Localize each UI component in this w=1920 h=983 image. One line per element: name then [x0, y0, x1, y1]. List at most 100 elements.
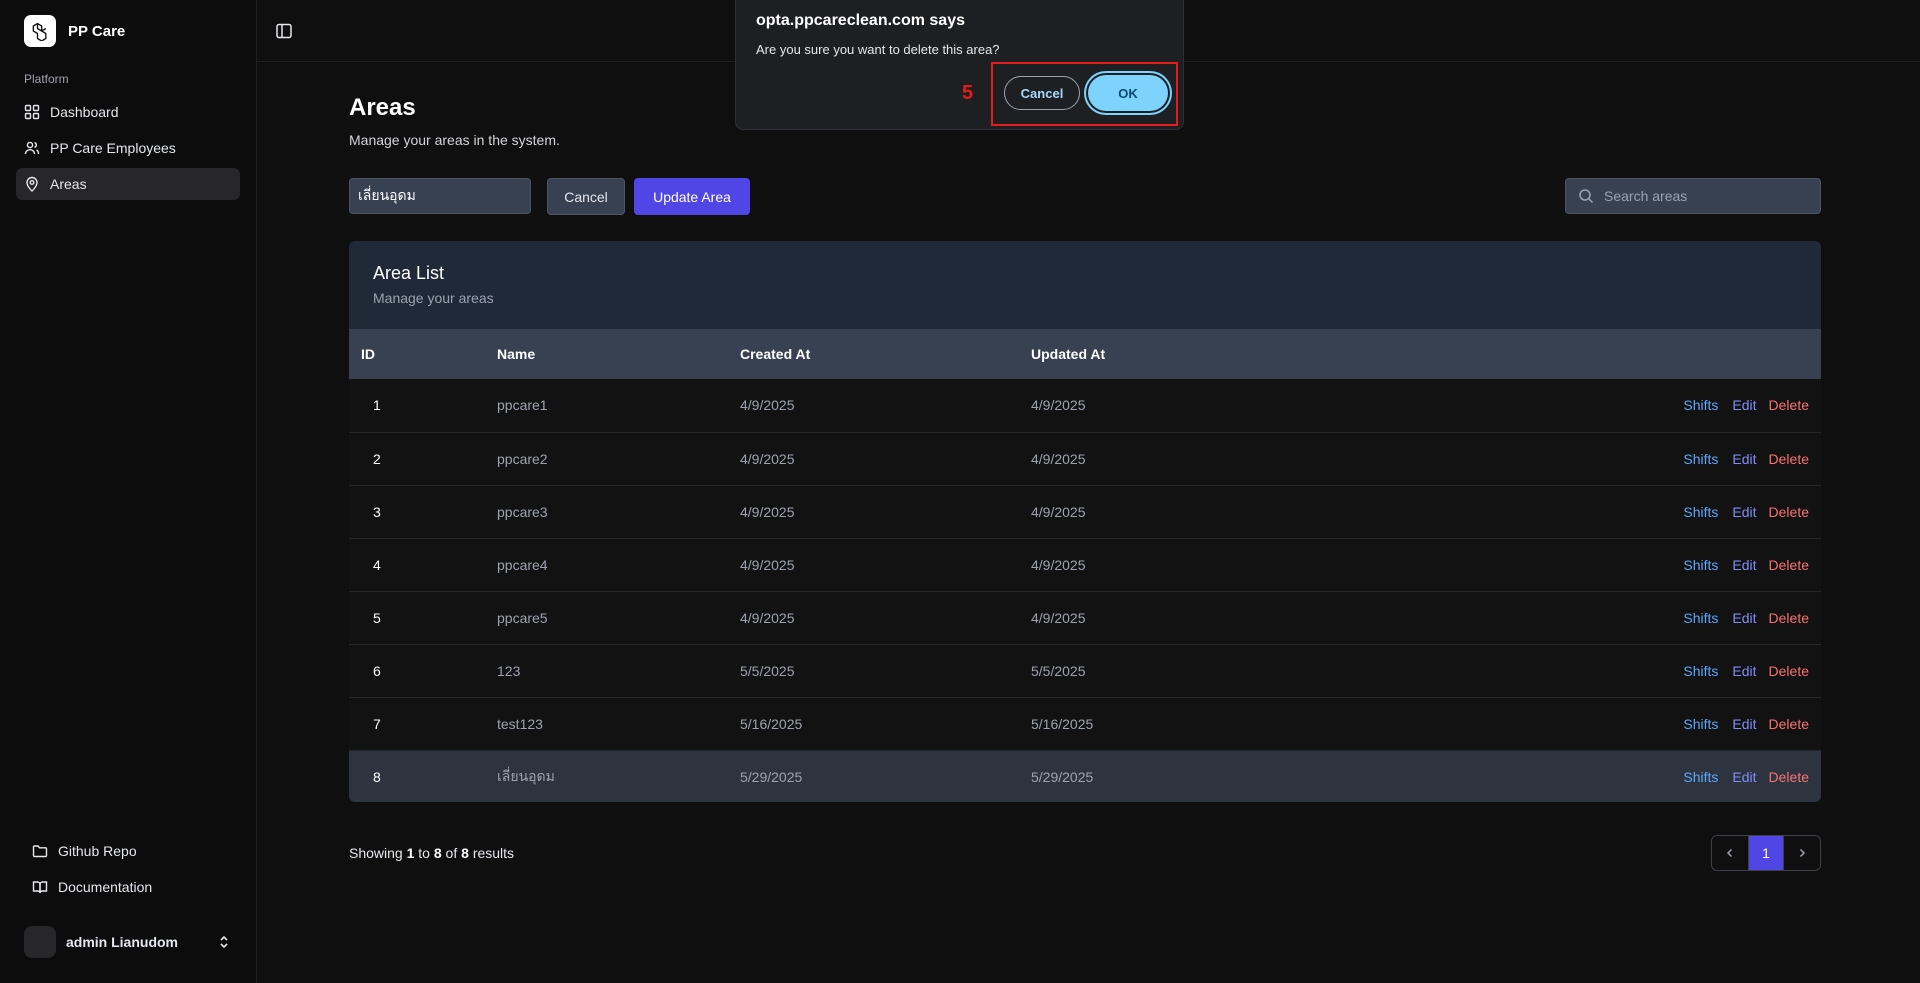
cell-actions: Shifts Edit Delete [1419, 379, 1821, 432]
map-pin-icon [24, 176, 40, 192]
dashboard-grid-icon [24, 104, 40, 120]
edit-link[interactable]: Edit [1732, 504, 1756, 520]
nav-section-label: Platform [24, 72, 69, 86]
cell-name: 123 [497, 662, 521, 679]
edit-link[interactable]: Edit [1732, 397, 1756, 413]
sidebar: PP Care Platform Dashboard PP Care Emplo… [0, 0, 256, 983]
area-list-card: Area List Manage your areas ID Name Crea… [349, 241, 1821, 802]
table-row: 1 ppcare1 4/9/2025 4/9/2025 Shifts Edit Delete [349, 379, 1821, 432]
cancel-button[interactable]: Cancel [547, 178, 625, 215]
brand[interactable]: PP Care [24, 15, 125, 47]
delete-link[interactable]: Delete [1769, 451, 1809, 467]
shifts-link[interactable]: Shifts [1683, 769, 1718, 785]
cell-actions: Shifts Edit Delete [1419, 538, 1821, 591]
cell-created-at: 4/9/2025 [740, 609, 795, 626]
sidebar-item-documentation[interactable]: Documentation [24, 871, 232, 903]
delete-link[interactable]: Delete [1769, 397, 1809, 413]
table-body: 1 ppcare1 4/9/2025 4/9/2025 Shifts Edit Delete… [349, 379, 1821, 802]
page-subtitle: Manage your areas in the system. [349, 132, 560, 148]
avatar [24, 926, 56, 958]
column-header-updated-at: Updated At [1031, 346, 1106, 362]
cell-id: 7 [373, 715, 381, 732]
to-word: to [418, 845, 430, 861]
sidebar-item-areas[interactable]: Areas [16, 168, 240, 200]
user-menu[interactable]: admin Lianudom [24, 926, 232, 958]
area-toolbar: Cancel Update Area [349, 178, 1821, 216]
dialog-message: Are you sure you want to delete this are… [756, 42, 1000, 57]
chevrons-up-down-icon [216, 934, 232, 950]
results-from: 1 [406, 845, 415, 861]
table-row: 6 123 5/5/2025 5/5/2025 Shifts Edit Delete [349, 644, 1821, 697]
area-name-input[interactable] [349, 178, 531, 214]
showing-prefix: Showing [349, 845, 403, 861]
results-total: 8 [461, 845, 469, 861]
search-icon [1578, 188, 1594, 204]
brand-logo-icon [24, 15, 56, 47]
shifts-link[interactable]: Shifts [1683, 397, 1718, 413]
cell-created-at: 4/9/2025 [740, 503, 795, 520]
dialog-title: opta.ppcareclean.com says [756, 12, 965, 29]
sidebar-item-label: Areas [50, 176, 87, 192]
cell-id: 6 [373, 662, 381, 679]
cell-id: 1 [373, 397, 381, 414]
cell-created-at: 4/9/2025 [740, 397, 795, 414]
delete-link[interactable]: Delete [1769, 716, 1809, 732]
edit-link[interactable]: Edit [1732, 451, 1756, 467]
delete-link[interactable]: Delete [1769, 557, 1809, 573]
update-area-button[interactable]: Update Area [634, 178, 750, 215]
sidebar-item-dashboard[interactable]: Dashboard [16, 96, 240, 128]
column-header-created-at: Created At [740, 346, 811, 362]
pagination: 1 [1711, 835, 1821, 871]
search-input[interactable] [1604, 188, 1804, 204]
sidebar-item-label: Documentation [58, 879, 153, 895]
shifts-link[interactable]: Shifts [1683, 716, 1718, 732]
cell-created-at: 5/16/2025 [740, 715, 803, 732]
next-page-button[interactable] [1784, 836, 1820, 870]
table-row: 8 เลี่ยนอุดม 5/29/2025 5/29/2025 Shifts Edit D… [349, 750, 1821, 802]
cell-created-at: 4/9/2025 [740, 450, 795, 467]
cell-actions: Shifts Edit Delete [1419, 750, 1821, 802]
shifts-link[interactable]: Shifts [1683, 451, 1718, 467]
cell-updated-at: 4/9/2025 [1031, 503, 1086, 520]
cell-name: ppcare1 [497, 397, 548, 414]
delete-link[interactable]: Delete [1769, 504, 1809, 520]
chevron-left-icon [1726, 848, 1733, 858]
book-open-icon [32, 879, 48, 895]
shifts-link[interactable]: Shifts [1683, 557, 1718, 573]
table-row: 7 test123 5/16/2025 5/16/2025 Shifts Edit Dele… [349, 697, 1821, 750]
sidebar-item-employees[interactable]: PP Care Employees [16, 132, 240, 164]
page-button-current[interactable]: 1 [1748, 836, 1784, 870]
shifts-link[interactable]: Shifts [1683, 610, 1718, 626]
cell-id: 3 [373, 503, 381, 520]
cell-id: 8 [373, 768, 381, 785]
cell-updated-at: 4/9/2025 [1031, 397, 1086, 414]
area-table: ID Name Created At Updated At 1 ppcare1 4/… [349, 329, 1821, 802]
previous-page-button[interactable] [1712, 836, 1748, 870]
delete-link[interactable]: Delete [1769, 610, 1809, 626]
users-icon [24, 140, 40, 156]
cell-id: 2 [373, 450, 381, 467]
edit-link[interactable]: Edit [1732, 716, 1756, 732]
card-title: Area List [373, 263, 445, 283]
main-area: Areas Manage your areas in the system. C… [256, 0, 1920, 983]
delete-link[interactable]: Delete [1769, 769, 1809, 785]
edit-link[interactable]: Edit [1732, 769, 1756, 785]
edit-link[interactable]: Edit [1732, 610, 1756, 626]
sidebar-item-label: PP Care Employees [50, 140, 176, 156]
search-box[interactable] [1565, 178, 1821, 214]
table-footer: Showing 1 to 8 of 8 results 1 [349, 835, 1821, 873]
cell-name: test123 [497, 715, 543, 732]
folder-icon [32, 843, 48, 859]
shifts-link[interactable]: Shifts [1683, 663, 1718, 679]
sidebar-toggle-icon[interactable] [275, 22, 293, 40]
column-header-id: ID [361, 346, 375, 362]
sidebar-item-github-repo[interactable]: Github Repo [24, 835, 232, 867]
delete-link[interactable]: Delete [1769, 663, 1809, 679]
table-row: 5 ppcare5 4/9/2025 4/9/2025 Shifts Edit Delete [349, 591, 1821, 644]
cell-name: ppcare3 [497, 503, 548, 520]
edit-link[interactable]: Edit [1732, 663, 1756, 679]
cell-updated-at: 5/5/2025 [1031, 662, 1086, 679]
sidebar-nav: Dashboard PP Care Employees Areas [16, 96, 240, 204]
edit-link[interactable]: Edit [1732, 557, 1756, 573]
shifts-link[interactable]: Shifts [1683, 504, 1718, 520]
